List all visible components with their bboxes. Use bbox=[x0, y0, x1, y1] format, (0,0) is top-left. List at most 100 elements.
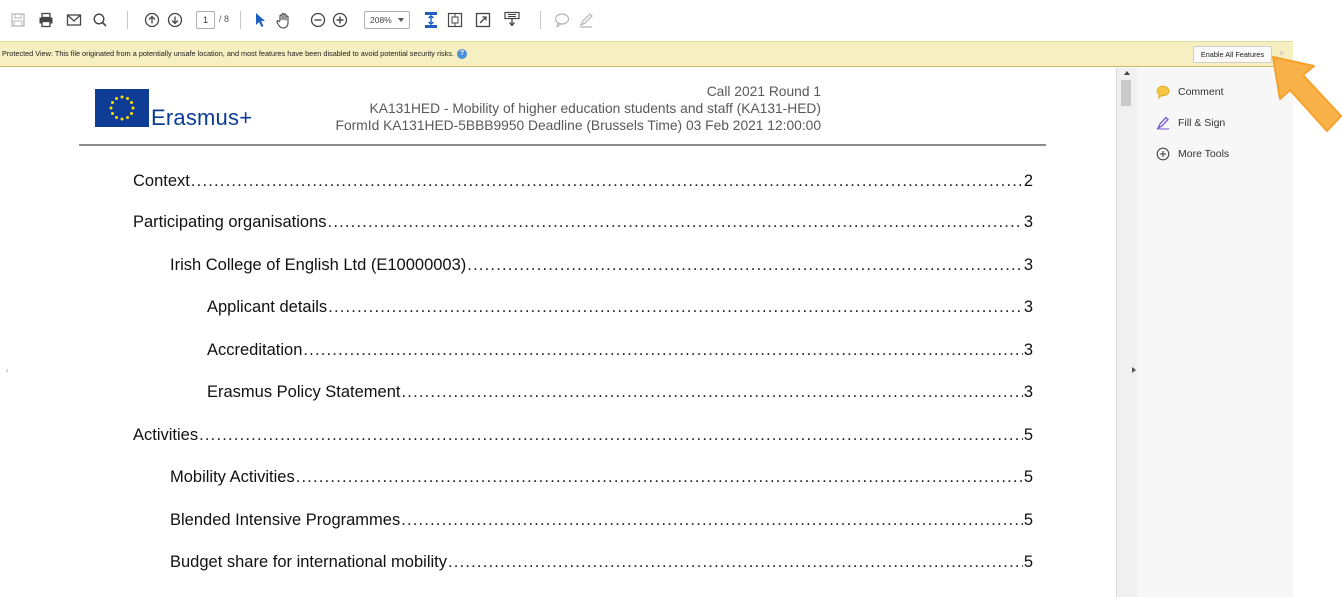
print-icon[interactable] bbox=[36, 10, 56, 30]
main-toolbar: 1 / 8 208% bbox=[0, 0, 1343, 40]
toc-entry[interactable]: Applicant details.......................… bbox=[207, 298, 1033, 317]
fit-page-icon[interactable] bbox=[422, 10, 440, 30]
read-mode-icon[interactable] bbox=[502, 10, 522, 30]
zoom-level-dropdown[interactable]: 208% bbox=[364, 11, 410, 29]
toc-entry-title: Erasmus Policy Statement bbox=[207, 383, 401, 401]
toc-entry[interactable]: Irish College of English Ltd (E10000003)… bbox=[170, 256, 1033, 275]
toolbar-divider bbox=[240, 11, 241, 29]
eu-star bbox=[126, 96, 129, 100]
eu-flag-logo bbox=[95, 89, 149, 127]
toc-entry-page: 3 bbox=[1023, 256, 1033, 274]
previous-page-icon[interactable] bbox=[142, 10, 162, 30]
header-form-id: FormId KA131HED-5BBB9950 Deadline (Bruss… bbox=[335, 118, 821, 133]
toc-entry-page: 3 bbox=[1023, 341, 1033, 359]
eu-star bbox=[115, 96, 118, 100]
email-icon[interactable] bbox=[64, 10, 84, 30]
toc-entry[interactable]: Participating organisations.............… bbox=[133, 213, 1033, 232]
tool-comment-label: Comment bbox=[1178, 86, 1224, 98]
toc-leader-dots: ........................................… bbox=[401, 383, 1023, 401]
toc-leader-dots: ........................................… bbox=[448, 553, 1023, 571]
chevron-down-icon bbox=[398, 18, 404, 22]
eu-star bbox=[115, 116, 118, 120]
toc-entry-title: Budget share for international mobility bbox=[170, 553, 447, 571]
toc-entry-page: 3 bbox=[1023, 213, 1033, 231]
toc-leader-dots: ........................................… bbox=[199, 426, 1023, 444]
save-icon[interactable] bbox=[8, 10, 28, 30]
eu-star bbox=[109, 106, 113, 110]
eu-star bbox=[130, 101, 134, 104]
left-panel-edge bbox=[0, 68, 6, 597]
page-total: / 8 bbox=[219, 14, 230, 24]
toc-entry-page: 5 bbox=[1023, 553, 1033, 571]
toc-entry-page: 5 bbox=[1023, 426, 1033, 444]
scrollbar-thumb[interactable] bbox=[1121, 80, 1131, 106]
scroll-up-icon[interactable] bbox=[1124, 71, 1130, 75]
toc-leader-dots: ........................................… bbox=[303, 341, 1022, 359]
tools-pane: Comment Fill & Sign More Tools bbox=[1137, 68, 1293, 597]
comment-icon bbox=[1156, 85, 1170, 99]
toc-entry[interactable]: Activities..............................… bbox=[133, 426, 1033, 445]
zoom-in-icon[interactable] bbox=[331, 10, 349, 30]
next-page-icon[interactable] bbox=[165, 10, 185, 30]
full-screen-icon[interactable] bbox=[474, 10, 492, 30]
erasmus-logo-text: Erasmus+ bbox=[151, 105, 253, 130]
eu-star bbox=[120, 117, 124, 121]
eu-star bbox=[120, 95, 124, 99]
toc-leader-dots: ........................................… bbox=[328, 298, 1023, 316]
document-page: Erasmus+ Call 2021 Round 1 KA131HED - Mo… bbox=[8, 68, 1116, 597]
toolbar-divider bbox=[127, 11, 128, 29]
vertical-scrollbar[interactable] bbox=[1116, 68, 1137, 597]
tool-more-tools[interactable]: More Tools bbox=[1156, 145, 1229, 163]
eu-star bbox=[131, 106, 135, 110]
highlight-pen-icon[interactable] bbox=[577, 10, 595, 30]
toc-entry-page: 3 bbox=[1023, 298, 1033, 316]
tool-fill-sign[interactable]: Fill & Sign bbox=[1156, 114, 1225, 132]
header-divider bbox=[79, 144, 1046, 146]
zoom-out-icon[interactable] bbox=[309, 10, 327, 30]
eu-star bbox=[110, 112, 114, 115]
page-number-input[interactable]: 1 bbox=[196, 11, 215, 29]
tool-fill-sign-label: Fill & Sign bbox=[1178, 117, 1226, 129]
toc-leader-dots: ........................................… bbox=[190, 172, 1023, 190]
toc-entry-title: Mobility Activities bbox=[170, 468, 295, 486]
protected-view-text: Protected View: This file originated fro… bbox=[2, 49, 454, 58]
sticky-note-icon[interactable] bbox=[553, 10, 571, 30]
collapse-pane-icon[interactable] bbox=[1132, 367, 1136, 373]
protected-view-bar: Protected View: This file originated fro… bbox=[0, 41, 1293, 67]
header-action: KA131HED - Mobility of higher education … bbox=[369, 101, 821, 116]
eu-star bbox=[110, 101, 114, 104]
toc-entry-title: Participating organisations bbox=[133, 213, 327, 231]
toc-entry-title: Context bbox=[133, 172, 190, 190]
toc-entry[interactable]: Budget share for international mobility.… bbox=[170, 553, 1033, 572]
header-call: Call 2021 Round 1 bbox=[706, 84, 821, 99]
select-cursor-icon[interactable] bbox=[252, 10, 268, 30]
protected-view-message: Protected View: This file originated fro… bbox=[2, 49, 467, 60]
toc-entry-page: 2 bbox=[1023, 172, 1033, 190]
toc-entry-title: Activities bbox=[133, 426, 199, 444]
toc-entry-page: 5 bbox=[1023, 468, 1033, 486]
zoom-level-value: 208% bbox=[370, 15, 392, 25]
toc-entry[interactable]: Accreditation...........................… bbox=[207, 341, 1033, 360]
toc-entry-page: 5 bbox=[1023, 511, 1033, 529]
eu-star bbox=[126, 116, 129, 120]
toc-leader-dots: ........................................… bbox=[327, 213, 1023, 231]
toc-entry[interactable]: Context.................................… bbox=[133, 172, 1033, 191]
toc-entry-title: Accreditation bbox=[207, 341, 303, 359]
toc-entry[interactable]: Blended Intensive Programmes............… bbox=[170, 511, 1033, 530]
toc-entry-title: Irish College of English Ltd (E10000003) bbox=[170, 256, 467, 274]
callout-arrow-icon bbox=[1272, 56, 1342, 132]
toc-entry-title: Applicant details bbox=[207, 298, 328, 316]
tool-comment[interactable]: Comment bbox=[1156, 83, 1224, 101]
toc-entry[interactable]: Mobility Activities.....................… bbox=[170, 468, 1033, 487]
hand-tool-icon[interactable] bbox=[274, 10, 294, 30]
eu-star bbox=[130, 112, 134, 115]
toc-leader-dots: ........................................… bbox=[401, 511, 1023, 529]
enable-all-features-button[interactable]: Enable All Features bbox=[1193, 46, 1272, 63]
toc-leader-dots: ........................................… bbox=[295, 468, 1023, 486]
toc-entry-page: 3 bbox=[1023, 383, 1033, 401]
help-icon[interactable]: ? bbox=[457, 49, 467, 60]
search-icon[interactable] bbox=[90, 10, 110, 30]
fit-width-icon[interactable] bbox=[446, 10, 464, 30]
toc-entry[interactable]: Erasmus Policy Statement................… bbox=[207, 383, 1033, 402]
toc-leader-dots: ........................................… bbox=[467, 256, 1023, 274]
